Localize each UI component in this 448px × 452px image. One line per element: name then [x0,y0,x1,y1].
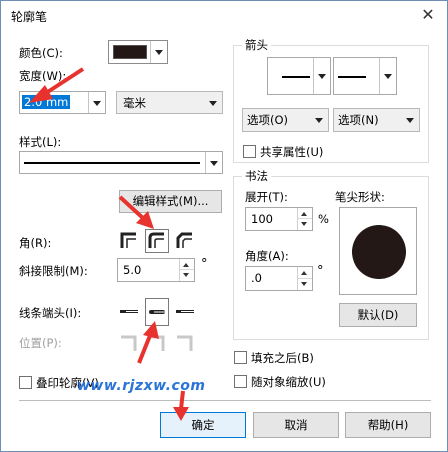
solid-line-preview [24,162,200,164]
share-attributes-checkbox[interactable] [243,145,256,158]
bevel-corner-icon[interactable] [173,229,197,253]
start-arrow-options[interactable]: 选项(O) [242,108,329,132]
chevron-down-icon [379,58,396,94]
annotation-arrow-ok [173,390,189,421]
share-attributes-label: 共享属性(U) [260,145,324,159]
arrow-line-preview [282,76,310,78]
style-label: 样式(L): [19,135,62,149]
fill-behind-label: 填充之后(B) [251,351,314,365]
window-title: 轮廓笔 [11,10,48,24]
square-cap-icon[interactable] [173,300,197,324]
fill-behind-checkbox[interactable] [234,351,247,364]
annotation-arrow-linecap [137,321,159,364]
stretch-input[interactable]: 100 [245,207,313,231]
color-picker[interactable] [108,40,168,64]
scale-with-object-label: 随对象缩放(U) [251,375,326,389]
chevron-down-icon [205,152,222,173]
angle-value: .0 [251,271,262,285]
chevron-down-icon [313,58,330,94]
line-caps-label: 线条端头(I): [19,306,82,320]
end-arrow-options-label: 选项(N) [338,113,379,127]
close-button[interactable]: ✕ [417,5,439,25]
miter-limit-label: 斜接限制(M): [19,264,88,278]
annotation-arrow-corner [118,195,154,229]
outline-pen-dialog: 轮廓笔 ✕ 颜色(C): 宽度(W): 2.0 mm 毫米 样式(L): 编辑样… [0,0,448,452]
position-label: 位置(P): [19,336,62,350]
annotation-arrow-width [29,67,85,103]
miter-limit-value: 5.0 [123,263,142,277]
stretch-value: 100 [251,212,273,226]
chevron-down-icon [205,92,222,113]
nib-circle [352,225,406,279]
angle-degree-symbol: ° [317,264,324,279]
stretch-spinner[interactable] [297,208,312,230]
chevron-down-icon [311,109,328,131]
stretch-label: 展开(T): [245,190,288,204]
angle-spinner[interactable] [297,267,312,290]
footer-separator [19,400,431,401]
angle-input[interactable]: .0 [245,266,313,291]
default-nib-button[interactable]: 默认(D) [339,303,417,327]
chevron-down-icon [150,41,167,63]
scale-with-object-checkbox[interactable] [234,375,247,388]
end-arrow-select[interactable] [333,57,397,95]
position-inside-icon [173,331,197,355]
percent-symbol: % [318,212,329,226]
degree-symbol: ° [201,257,208,272]
arrows-group-title: 箭头 [242,37,271,53]
miter-limit-spinner[interactable] [179,259,194,281]
start-arrow-select[interactable] [267,57,331,95]
corner-label: 角(R): [19,236,52,250]
help-button[interactable]: 帮助(H) [345,412,431,438]
nib-shape-label: 笔尖形状: [335,190,385,204]
overprint-checkbox[interactable] [19,376,32,389]
angle-label: 角度(A): [245,249,289,263]
end-arrow-options[interactable]: 选项(N) [333,108,420,132]
arrow-line-preview [338,76,366,78]
cancel-button[interactable]: 取消 [253,412,339,438]
title-bar: 轮廓笔 ✕ [1,1,447,31]
calligraphy-group-title: 书法 [242,168,271,184]
unit-value: 毫米 [123,96,146,110]
nib-shape-preview[interactable] [339,207,417,295]
chevron-down-icon [402,109,419,131]
start-arrow-options-label: 选项(O) [247,113,289,127]
miter-limit-input[interactable]: 5.0 [117,258,195,282]
unit-select[interactable]: 毫米 [116,91,223,114]
line-style-select[interactable] [19,151,223,174]
color-swatch [113,45,147,59]
